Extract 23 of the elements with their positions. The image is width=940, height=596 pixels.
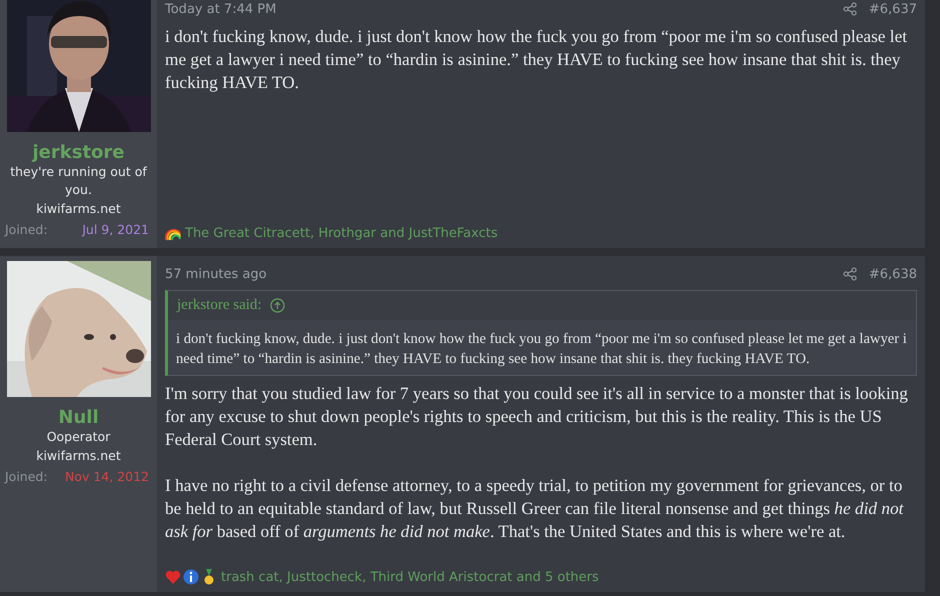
post-time[interactable]: 57 minutes ago bbox=[165, 266, 843, 282]
reactions-list[interactable]: trash cat, Justtocheck, Third World Aristocrat and 5 others bbox=[221, 570, 599, 584]
share-icon[interactable] bbox=[842, 2, 857, 16]
joined-label: Joined: bbox=[5, 468, 48, 486]
quote-author[interactable]: jerkstore said: bbox=[177, 297, 262, 314]
post-paragraph: i don't fucking know, dude. i just don't know how the fuck you go from “poor me i'm so confused please let me get a lawyer i need time” to “hardin is asinine.” they HAVE to fucking see how insane that shit is. they fucking HAVE TO. bbox=[165, 26, 908, 94]
username[interactable]: Null bbox=[58, 407, 99, 428]
quote-text: i don't fucking know, dude. i just don't know how the fuck you go from “poor me i'm so confused please let me get a lawyer i need time” to “hardin is asinine.” they HAVE to fucking see how insane that shit is. they fucking HAVE TO. bbox=[175, 330, 908, 369]
username[interactable]: jerkstore bbox=[32, 142, 124, 163]
user-title: Ooperator bbox=[46, 428, 112, 446]
post-number[interactable]: #6,638 bbox=[868, 266, 917, 282]
joined-label: Joined: bbox=[5, 221, 48, 239]
reactions-list[interactable]: The Great Citracett, Hrothgar and JustTheFaxcts bbox=[185, 226, 498, 240]
joined-date: Nov 14, 2012 bbox=[64, 468, 149, 486]
post-time[interactable]: Today at 7:44 PM bbox=[165, 2, 843, 16]
user-site: kiwifarms.net bbox=[36, 200, 121, 218]
user-title: they're running out of you. bbox=[9, 163, 148, 199]
user-site: kiwifarms.net bbox=[36, 447, 121, 465]
joined-date: Jul 9, 2021 bbox=[82, 221, 149, 239]
post-number[interactable]: #6,637 bbox=[868, 2, 917, 16]
post-paragraph: I'm sorry that you studied law for 7 years so that you could see it's all in service to a monster that is looking for any excuse to shut down people's rights to speech and criticism, but this is the reality. This is the US Federal Court system. bbox=[165, 383, 909, 451]
share-icon[interactable] bbox=[842, 267, 857, 281]
post-paragraph: I have no right to a civil defense attorney, to a speedy trial, to petition my government for grievances, or to be held to an equitable standard of law, but Russell Greer can file literal nonsense and get things he did not ask for based off of arguments he did not make. That's the United States and this is where we're at. bbox=[165, 475, 905, 543]
